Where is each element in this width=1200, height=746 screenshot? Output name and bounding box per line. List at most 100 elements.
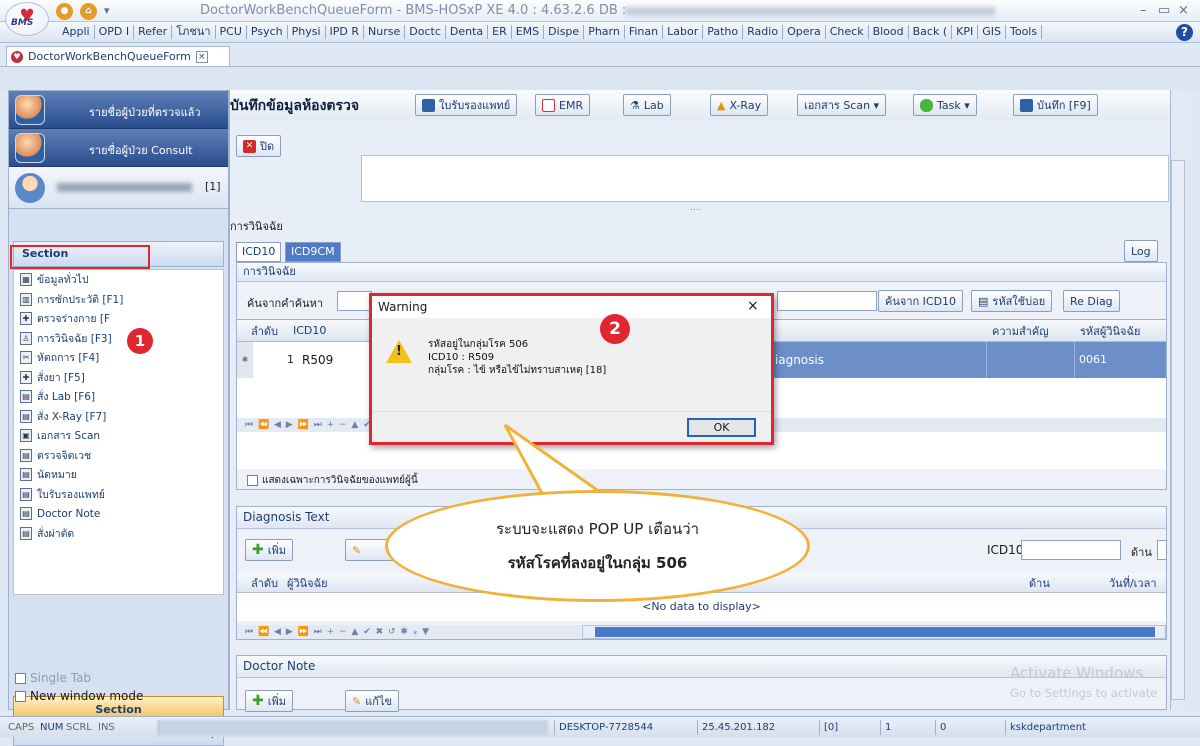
current-patient-queue[interactable]: [1] [9,167,228,209]
emr-button[interactable]: EMR [535,94,591,116]
task-button[interactable]: Task ▾ [913,94,977,116]
single-tab-checkbox[interactable] [15,673,26,684]
activate-windows-subtext: Go to Settings to activate [1010,686,1158,700]
rediag-button[interactable]: Re Diag [1063,290,1120,312]
menu-item[interactable]: IPD R [326,25,365,39]
menu-item[interactable]: Pharn [584,25,625,39]
medical-certificate-button[interactable]: ใบรับรองแพทย์ [415,94,518,116]
menu-item[interactable]: Appli [58,25,95,39]
section-item-icon: ✂ [20,351,32,365]
menu-item[interactable]: Psych [247,25,288,39]
section-item-icon: ▦ [20,273,32,287]
menu-item[interactable]: Radio [743,25,784,39]
menu-item[interactable]: Physi [288,25,326,39]
quick-access-button[interactable]: ● [56,3,73,20]
menu-item[interactable]: โภชนา [172,25,216,39]
menu-item[interactable]: Blood [869,25,909,39]
menu-item[interactable]: Tools [1006,25,1043,39]
document-tab[interactable]: ♥ DoctorWorkBenchQueueForm × [6,46,230,66]
section-item[interactable]: ▥ การซักประวัติ [F1] [14,290,223,310]
section-item[interactable]: ▤ Doctor Note [14,504,223,524]
menu-item[interactable]: EMS [512,25,545,39]
splitter-dots[interactable]: .... [690,203,701,213]
menu-item[interactable]: KPI [952,25,979,39]
log-button[interactable]: Log [1124,240,1158,262]
tab-icd10[interactable]: ICD10 [236,242,282,262]
menu-item[interactable]: Back ( [909,25,953,39]
search-icd10-button[interactable]: ค้นจาก ICD10 [878,290,964,312]
menu-item[interactable]: OPD I [95,25,135,39]
maximize-button[interactable]: ▭ [1158,3,1170,18]
add-diag-text-button[interactable]: ✚ เพิ่ม [245,539,293,561]
status-bar: CAPS NUM SCRL INS DESKTOP-7728544 25.45.… [0,716,1200,737]
menu-item[interactable]: GIS [978,25,1006,39]
section-item[interactable]: ▤ สั่ง Lab [F6] [14,387,223,407]
menu-item[interactable]: Refer [134,25,173,39]
help-icon[interactable]: ? [1176,24,1193,41]
section-item[interactable]: ▤ สั่ง X-Ray [F7] [14,407,223,427]
diag-text-navigator[interactable]: ⏮ ⏪ ◀ ▶ ⏩ ⏭ + − ▲ ✔ ✖ ↺ ✱ ⁎ ▼ [237,625,582,639]
add-note-button[interactable]: ✚ เพิ่ม [245,690,293,712]
side-input[interactable] [1157,540,1167,560]
frequent-codes-button[interactable]: ▤ รหัสใช้บ่อย [971,290,1053,312]
xray-button[interactable]: ▲ X-Ray [710,94,769,116]
close-button[interactable]: ✕ ปิด [236,135,282,157]
section-item-label: ข้อมูลทั่วไป [37,274,89,287]
callout-badge-2: 2 [600,314,630,344]
minimize-button[interactable]: – [1140,3,1147,18]
blurred-status [158,720,548,735]
section-item-label: การวินิจฉัย [F3] [37,332,112,345]
save-button[interactable]: บันทึก [F9] [1013,94,1098,116]
new-window-option[interactable]: New window mode [15,689,143,703]
main-vscroll-thumb[interactable] [1171,160,1185,700]
ok-button[interactable]: OK [687,418,756,437]
menu-item[interactable]: Dispe [544,25,585,39]
diag-text-hscroll[interactable] [582,625,1166,639]
diag-text-hscroll-thumb[interactable] [595,627,1155,637]
empty-message: <No data to display> [237,593,1166,621]
section-item[interactable]: ♙ การวินิจฉัย [F3] [14,329,223,349]
menu-item[interactable]: Patho [703,25,744,39]
menu-item[interactable]: Opera [783,25,826,39]
menu-item[interactable]: Labor [663,25,704,39]
filter-checkbox[interactable] [247,474,258,486]
bubble-line-2: รหัสโรคที่ลงอยู่ในกลุ่ม 506 [507,554,688,572]
edit-note-button[interactable]: ✎ แก้ไข [345,690,400,712]
section-item[interactable]: ▤ ตรวจจิตเวช [14,446,223,466]
section-item[interactable]: ▣ เอกสาร Scan [14,426,223,446]
qat-dropdown-icon[interactable]: ▾ [104,4,110,17]
menu-item[interactable]: PCU [216,25,247,39]
section-item-icon: ♙ [20,331,32,345]
lab-button[interactable]: ⚗ Lab [623,94,671,116]
tab-icd9cm[interactable]: ICD9CM [285,242,341,262]
new-window-checkbox[interactable] [15,691,26,702]
title-bar: ● ⌂ ▾ DoctorWorkBenchQueueForm - BMS-HOS… [0,0,1200,22]
consult-patients-button[interactable]: รายชื่อผู้ป่วย Consult [9,129,228,167]
section-item[interactable]: ▤ สั่งผ่าตัด [14,524,223,544]
single-tab-option[interactable]: Single Tab [15,671,91,685]
scan-docs-button[interactable]: เอกสาร Scan ▾ [797,94,887,116]
menu-item[interactable]: Doctc [405,25,446,39]
section-item[interactable]: ▤ ใบรับรองแพทย์ [14,485,223,505]
search-input[interactable] [337,291,372,311]
section-item[interactable]: ▤ นัดหมาย [14,465,223,485]
icd10-search-input[interactable] [777,291,877,311]
menu-item[interactable]: Nurse [364,25,406,39]
section-item[interactable]: ✂ หัตถการ [F4] [14,348,223,368]
section-item[interactable]: ✚ ตรวจร่างกาย [F [14,309,223,329]
home-button[interactable]: ⌂ [80,3,97,20]
menu-item[interactable]: Finan [625,25,664,39]
filter-option[interactable]: แสดงเฉพาะการวินิจฉัยของแพทย์ผู้นี้ [247,473,418,488]
close-tab-icon[interactable]: × [195,50,208,63]
icd10-input[interactable] [1021,540,1121,560]
close-window-button[interactable]: × [1178,3,1189,18]
section-item[interactable]: ✚ สั่งยา [F5] [14,368,223,388]
status-value-2: 0 [935,720,946,735]
menu-item[interactable]: Denta [446,25,489,39]
menu-item[interactable]: ER [488,25,512,39]
menu-item[interactable]: Check [826,25,869,39]
bms-logo[interactable]: ♥ BMS [5,2,49,36]
section-item[interactable]: ▦ ข้อมูลทั่วไป [14,270,223,290]
warning-close-button[interactable]: × [747,298,759,314]
examined-patients-button[interactable]: รายชื่อผู้ป่วยที่ตรวจแล้ว [9,91,228,129]
